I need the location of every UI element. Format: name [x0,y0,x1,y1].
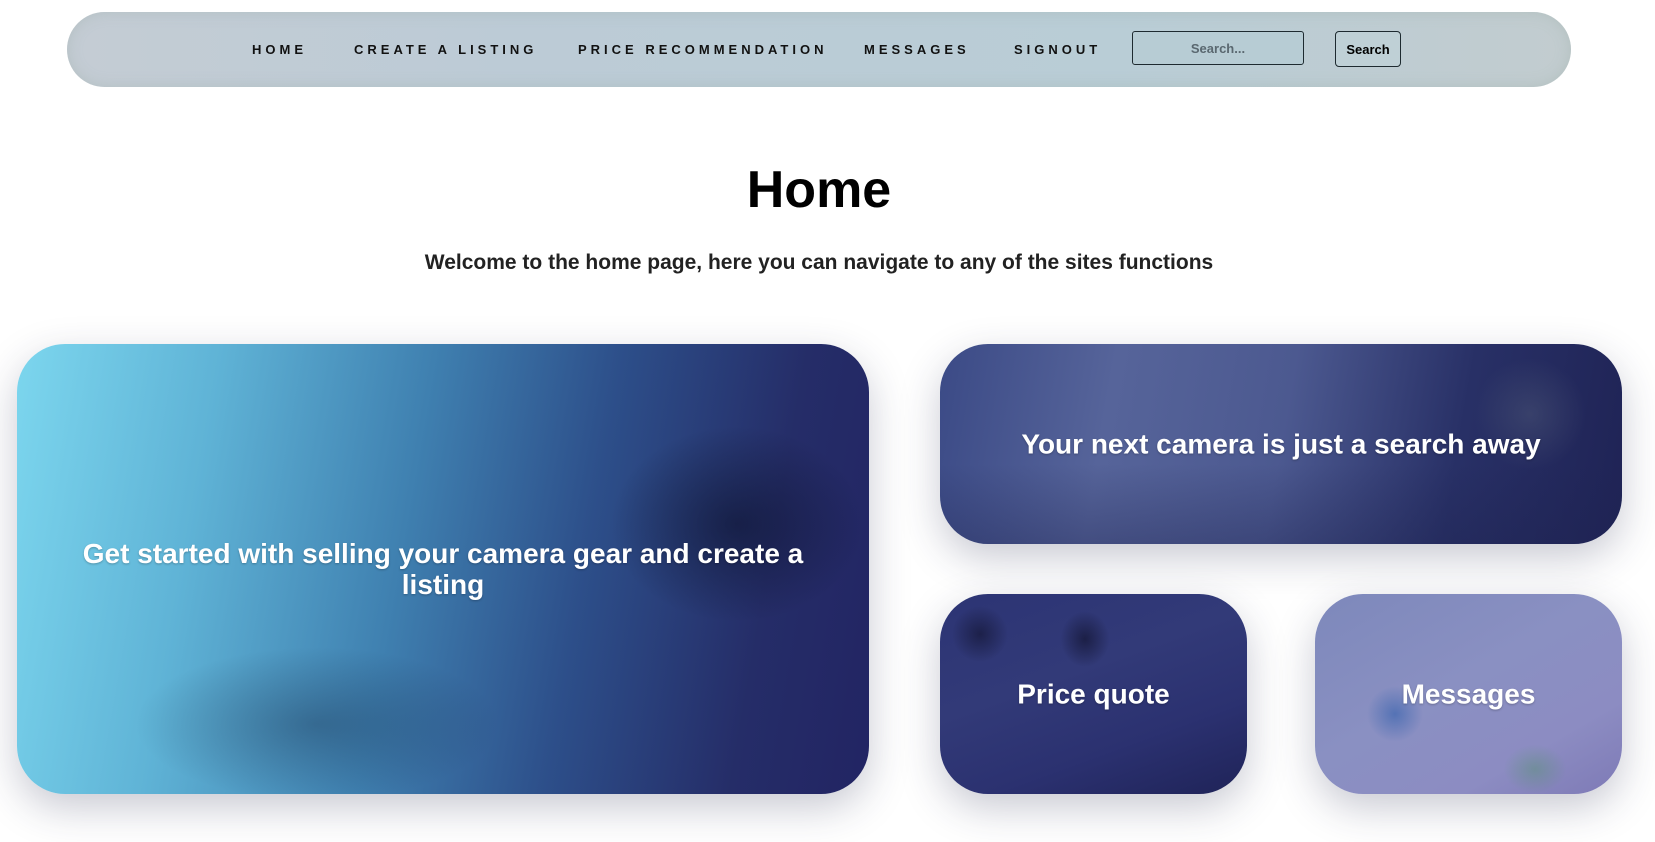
nav-link-signout[interactable]: SIGNOUT [1014,12,1101,87]
price-quote-card[interactable]: Price quote [940,594,1247,794]
search-button[interactable]: Search [1335,31,1401,67]
price-quote-card-label: Price quote [1017,678,1170,710]
top-navbar: HOME CREATE A LISTING PRICE RECOMMENDATI… [67,12,1571,87]
messages-card[interactable]: Messages [1315,594,1622,794]
search-card[interactable]: Your next camera is just a search away [940,344,1622,544]
nav-link-create-listing[interactable]: CREATE A LISTING [354,12,537,87]
nav-link-messages[interactable]: MESSAGES [864,12,970,87]
create-listing-card[interactable]: Get started with selling your camera gea… [17,344,869,794]
search-input[interactable] [1132,31,1304,65]
nav-link-price-recommendation[interactable]: PRICE RECOMMENDATION [578,12,827,87]
page-title: Home [746,161,892,219]
page-subtitle: Welcome to the home page, here you can n… [424,251,1214,274]
create-listing-card-label: Get started with selling your camera gea… [82,538,804,600]
search-card-label: Your next camera is just a search away [1021,428,1541,460]
nav-link-home[interactable]: HOME [252,12,307,87]
messages-card-label: Messages [1401,678,1536,710]
